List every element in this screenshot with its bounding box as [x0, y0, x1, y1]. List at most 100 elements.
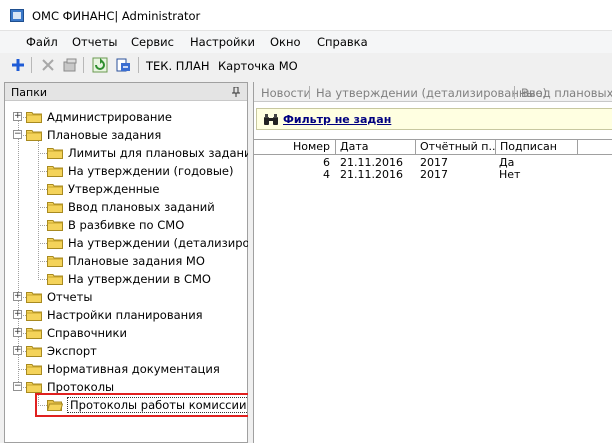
tree-item[interactable]: В разбивке по СМО — [5, 216, 245, 234]
document-tabs: Новости На утверждении (детализированные… — [254, 82, 612, 102]
tree-item[interactable]: + Настройки планирования — [5, 306, 245, 324]
tree-item-label: Отчеты — [47, 290, 93, 304]
folder-icon — [47, 148, 63, 159]
folder-icon — [26, 292, 42, 303]
content-panel: Новости На утверждении (детализированные… — [253, 82, 612, 443]
folder-icon — [26, 112, 42, 123]
column-header-signed[interactable]: Подписан — [496, 140, 578, 155]
tree-item-label: Настройки планирования — [47, 308, 203, 322]
tree-item-label: Плановые задания — [47, 128, 162, 142]
refresh-icon — [92, 57, 108, 73]
folder-icon — [47, 166, 63, 177]
folder-icon — [47, 256, 63, 267]
tree-item[interactable]: − Плановые задания — [5, 126, 245, 144]
plus-icon — [12, 59, 24, 71]
column-header-number[interactable]: Номер — [254, 140, 336, 155]
expand-icon[interactable]: + — [13, 112, 22, 121]
tree-item-label: Утвержденные — [68, 182, 160, 196]
tree-item[interactable]: Лимиты для плановых заданий — [5, 144, 259, 162]
expand-icon[interactable]: + — [13, 292, 22, 301]
add-button[interactable] — [8, 55, 28, 75]
tree-item-label: Справочники — [47, 326, 127, 340]
tree-item-label: На утверждении в СМО — [68, 272, 211, 286]
toolbar: ТЕК. ПЛАН Карточка МО — [0, 53, 612, 77]
folder-icon — [26, 310, 42, 321]
export-button[interactable] — [113, 55, 133, 75]
tab-on-approval-detailed[interactable]: На утверждении (детализированные) — [316, 86, 547, 100]
tree-item[interactable]: На утверждении (детализирован — [5, 234, 271, 252]
tree-item[interactable]: Ввод плановых заданий — [5, 198, 245, 216]
refresh-button[interactable] — [90, 55, 110, 75]
export-icon — [116, 58, 130, 72]
tree-item-label: Лимиты для плановых заданий — [68, 146, 259, 160]
tree-item-label: Администрирование — [47, 110, 172, 124]
properties-icon — [63, 58, 77, 72]
highlight-box — [35, 393, 250, 417]
properties-button[interactable] — [60, 55, 80, 75]
grid-header: Номер Дата Отчётный п... Подписан — [254, 139, 612, 155]
cell-number: 4 — [323, 168, 330, 181]
title-bar: ОМС ФИНАНС| Administrator — [0, 0, 612, 31]
folder-icon — [26, 382, 42, 393]
filter-bar: Фильтр не задан — [256, 108, 612, 130]
table-row[interactable]: 4 21.11.2016 2017 Нет — [254, 169, 612, 181]
menu-help[interactable]: Справка — [317, 35, 368, 49]
tree-item-label: Ввод плановых заданий — [68, 200, 215, 214]
folders-panel: Папки + Администрирование − Плановые задани… — [4, 82, 271, 443]
tree-item[interactable]: Утвержденные — [5, 180, 245, 198]
tree-item[interactable]: Нормативная документация — [5, 360, 245, 378]
folder-icon — [47, 220, 63, 231]
tab-plan-input[interactable]: Ввод плановых за — [521, 86, 612, 100]
folder-icon — [26, 364, 42, 375]
folder-icon — [47, 184, 63, 195]
folder-icon — [47, 202, 63, 213]
column-header-date[interactable]: Дата — [336, 140, 416, 155]
folders-panel-header: Папки — [5, 83, 247, 101]
tree-item-label: На утверждении (детализирован — [68, 236, 271, 250]
tree-item[interactable]: + Администрирование — [5, 108, 245, 126]
window-title: ОМС ФИНАНС| Administrator — [32, 9, 201, 23]
tree-item[interactable]: Плановые задания МО — [5, 252, 245, 270]
expand-icon[interactable]: + — [13, 346, 22, 355]
cell-number: 6 — [323, 156, 330, 169]
menu-bar: Файл Отчеты Сервис Настройки Окно Справк… — [0, 31, 612, 53]
kartochka-mo-button[interactable]: Карточка МО — [218, 59, 298, 73]
tree-item-label: Протоколы — [47, 380, 115, 394]
cell-period: 2017 — [420, 168, 448, 181]
folder-icon — [26, 328, 42, 339]
folder-icon — [26, 346, 42, 357]
delete-button[interactable] — [38, 55, 58, 75]
folder-icon — [47, 238, 63, 249]
expand-icon[interactable]: + — [13, 328, 22, 337]
tree-item[interactable]: + Отчеты — [5, 288, 245, 306]
pin-icon[interactable] — [231, 87, 241, 97]
tree-item-label: На утверждении (годовые) — [68, 164, 234, 178]
tek-plan-button[interactable]: ТЕК. ПЛАН — [146, 59, 210, 73]
collapse-icon[interactable]: − — [13, 382, 22, 391]
folder-icon — [47, 274, 63, 285]
tree-item[interactable]: + Справочники — [5, 324, 245, 342]
expand-icon[interactable]: + — [13, 310, 22, 319]
tree-item[interactable]: На утверждении в СМО — [5, 270, 245, 288]
folder-icon — [26, 130, 42, 141]
binoculars-icon — [264, 114, 278, 125]
folders-panel-title: Папки — [11, 86, 47, 99]
tree-item-label: Плановые задания МО — [68, 254, 205, 268]
cell-signed: Нет — [499, 168, 521, 181]
tree-item-label: В разбивке по СМО — [68, 218, 185, 232]
tree-item-label: Экспорт — [47, 344, 97, 358]
menu-file[interactable]: Файл — [26, 35, 58, 49]
menu-window[interactable]: Окно — [270, 35, 301, 49]
app-icon — [10, 9, 24, 22]
collapse-icon[interactable]: − — [13, 130, 22, 139]
column-header-period[interactable]: Отчётный п... — [416, 140, 496, 155]
menu-service[interactable]: Сервис — [131, 35, 174, 49]
filter-link[interactable]: Фильтр не задан — [283, 113, 391, 126]
tab-news[interactable]: Новости — [261, 86, 311, 100]
tree-item-label: Нормативная документация — [47, 362, 220, 376]
tree-item[interactable]: + Экспорт — [5, 342, 245, 360]
menu-settings[interactable]: Настройки — [190, 35, 255, 49]
menu-reports[interactable]: Отчеты — [72, 35, 117, 49]
cell-date: 21.11.2016 — [340, 168, 403, 181]
tree-item[interactable]: На утверждении (годовые) — [5, 162, 245, 180]
